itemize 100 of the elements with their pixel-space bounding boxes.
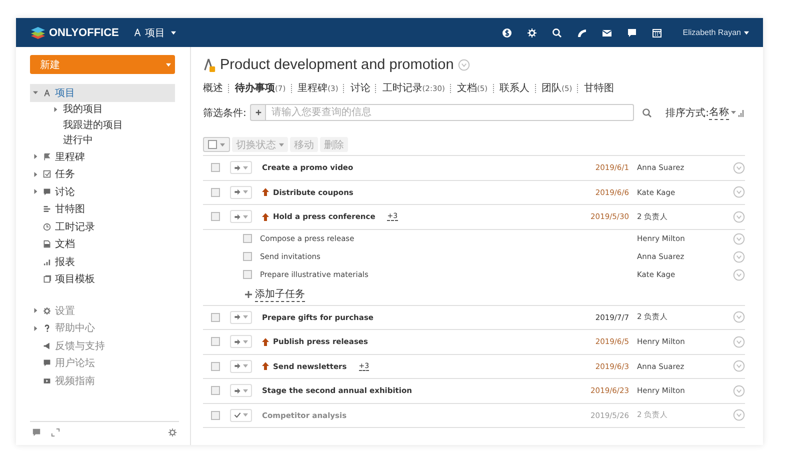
sidebar-subitem[interactable]: 进行中: [63, 133, 93, 148]
feed-icon[interactable]: [576, 28, 587, 38]
sidebar-item-label: 甘特图: [55, 202, 85, 216]
task-checkbox[interactable]: [211, 312, 220, 322]
sidebar-item[interactable]: 工时记录: [30, 218, 175, 236]
status-dropdown[interactable]: [230, 210, 252, 224]
caret-icon[interactable]: [33, 308, 38, 314]
clock-icon: [43, 222, 51, 231]
check-icon: [234, 412, 241, 418]
subtask-checkbox[interactable]: [243, 234, 252, 243]
task-checkbox[interactable]: [211, 386, 220, 396]
sidebar-item[interactable]: 文档: [30, 236, 175, 253]
search-icon[interactable]: [552, 28, 562, 38]
caret-down-icon: [744, 30, 749, 34]
gantt-icon: [43, 205, 51, 214]
subtask-checkbox[interactable]: [243, 270, 252, 279]
task-checkbox[interactable]: [211, 163, 220, 172]
caret-icon[interactable]: [33, 154, 38, 160]
add-subtask-link[interactable]: 添加子任务: [255, 286, 305, 302]
dropdown-circle-icon[interactable]: [733, 232, 745, 244]
caret-down-icon: [243, 388, 248, 393]
dropdown-circle-icon[interactable]: [458, 59, 470, 71]
sidebar-item[interactable]: 甘特图: [30, 200, 175, 218]
caret-icon[interactable]: [33, 90, 38, 96]
sidebar-item[interactable]: 里程碑: [30, 148, 175, 166]
status-dropdown[interactable]: [230, 161, 252, 174]
support-link[interactable]: 设置: [55, 304, 75, 318]
support-link[interactable]: 视频指南: [55, 374, 95, 388]
sidebar-item-label: 文档: [55, 238, 75, 252]
caret-down-icon: [243, 166, 248, 170]
speech-bubble-icon: [43, 188, 51, 196]
user-menu[interactable]: Elizabeth Rayan: [682, 28, 749, 37]
task-checkbox[interactable]: [211, 410, 220, 420]
mail-icon[interactable]: [602, 28, 612, 38]
arrow-right-icon: [234, 164, 241, 171]
project-tab[interactable]: 概述: [203, 81, 223, 95]
sidebar-subitem[interactable]: 我的项目: [63, 102, 103, 116]
select-all-dropdown[interactable]: [203, 137, 230, 152]
sidebar-item-label: 讨论: [55, 186, 75, 199]
caret-down-icon: [166, 62, 171, 66]
add-filter-button[interactable]: [250, 104, 266, 121]
subtask-checkbox[interactable]: [243, 252, 252, 261]
dropdown-circle-icon[interactable]: [733, 409, 745, 422]
module-menu[interactable]: 项目: [132, 26, 176, 40]
dropdown-circle-icon[interactable]: [733, 186, 745, 198]
sidebar-item[interactable]: 任务: [30, 166, 175, 183]
caret-icon[interactable]: [33, 189, 38, 194]
dropdown-circle-icon[interactable]: [733, 336, 745, 348]
support-link[interactable]: 反馈与支持: [55, 338, 105, 353]
caret-down-icon: [243, 214, 248, 219]
dollar-coin-icon[interactable]: [502, 28, 512, 38]
caret-down-icon: [243, 413, 248, 418]
bar-chart-icon: [43, 258, 51, 266]
task-checkbox[interactable]: [211, 188, 220, 197]
task-checkbox[interactable]: [211, 337, 220, 346]
support-link[interactable]: 用户论坛: [55, 356, 95, 370]
dropdown-circle-icon[interactable]: [733, 268, 745, 280]
gear-icon: [43, 306, 51, 315]
priority-arrow-icon: [262, 188, 269, 196]
chat-icon[interactable]: [626, 28, 637, 38]
status-dropdown[interactable]: [230, 360, 252, 373]
status-dropdown[interactable]: [230, 310, 252, 324]
sidebar-item[interactable]: 项目模板: [30, 270, 175, 288]
status-dropdown[interactable]: [230, 384, 252, 398]
status-dropdown[interactable]: [230, 335, 252, 348]
dropdown-circle-icon[interactable]: [733, 250, 745, 262]
sidebar-item-label: 工时记录: [55, 220, 95, 234]
arrow-right-icon: [234, 214, 241, 220]
sidebar-item[interactable]: 项目: [30, 84, 175, 102]
filter-label: 筛选条件:: [203, 106, 246, 120]
status-dropdown[interactable]: [230, 186, 252, 199]
project-tab[interactable]: 讨论: [350, 81, 370, 95]
sidebar-subitem[interactable]: 我跟进的项目: [63, 118, 123, 132]
project-tab[interactable]: 联系人: [500, 81, 530, 95]
task-checkbox[interactable]: [211, 362, 220, 371]
caret-icon[interactable]: [33, 172, 38, 177]
priority-arrow-icon: [262, 338, 269, 346]
sort-dropdown[interactable]: 名称: [709, 105, 729, 120]
sidebar-item-label: 里程碑: [55, 150, 85, 164]
sidebar-item[interactable]: 报表: [30, 253, 175, 270]
dropdown-circle-icon[interactable]: [733, 162, 745, 174]
calendar-icon[interactable]: [652, 28, 662, 38]
filter-field[interactable]: 请输入您要查询的信息: [266, 104, 634, 121]
dropdown-circle-icon[interactable]: [733, 384, 745, 397]
arrow-right-icon: [234, 363, 241, 370]
support-link[interactable]: 帮助中心: [55, 321, 95, 336]
dropdown-circle-icon[interactable]: [733, 311, 745, 324]
caret-down-icon: [243, 340, 248, 344]
status-dropdown[interactable]: [230, 408, 252, 422]
project-tab[interactable]: 甘特图: [584, 81, 614, 95]
sort-order-icon[interactable]: [731, 108, 745, 116]
caret-icon[interactable]: [53, 106, 58, 112]
plus-icon: [254, 109, 262, 116]
task-checkbox[interactable]: [211, 212, 220, 222]
caret-icon[interactable]: [33, 326, 38, 331]
plus-icon[interactable]: [245, 290, 252, 298]
dropdown-circle-icon[interactable]: [733, 210, 745, 223]
sidebar-item[interactable]: 讨论: [30, 183, 175, 200]
dropdown-circle-icon[interactable]: [733, 360, 745, 372]
expand-icon[interactable]: [51, 428, 60, 437]
